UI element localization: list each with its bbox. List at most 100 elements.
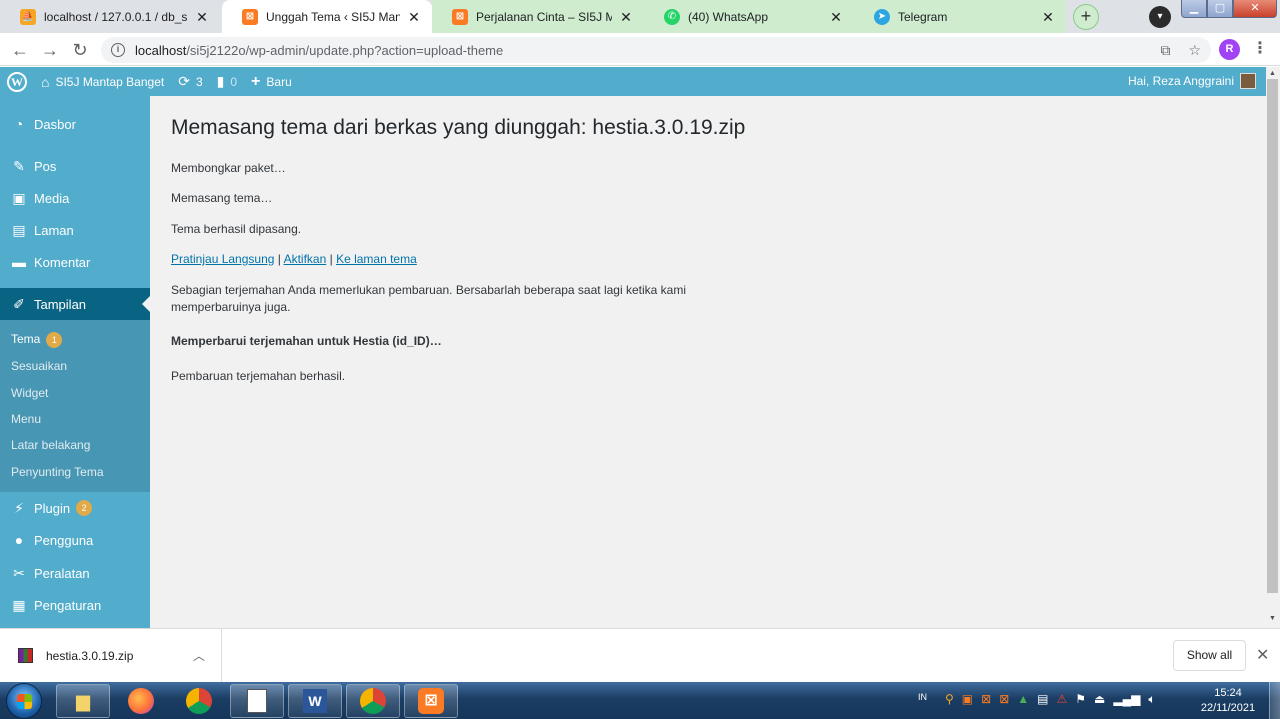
tab-title: Telegram	[898, 9, 948, 24]
browser-menu-icon[interactable]: ⋮	[1252, 38, 1268, 58]
menu-pengguna[interactable]: ● Pengguna	[0, 524, 150, 556]
window-close-button[interactable]: ✕	[1233, 0, 1277, 18]
submenu-menu[interactable]: Menu	[11, 412, 41, 426]
volume-icon[interactable]: 🔈︎	[1148, 692, 1155, 707]
translation-updating: Memperbarui terjemahan untuk Hestia (id_…	[171, 333, 711, 350]
submenu-tema[interactable]: Tema 1	[11, 332, 63, 348]
close-icon[interactable]: ✕	[1040, 9, 1056, 25]
reload-icon[interactable]: ↻	[68, 38, 92, 62]
download-bar: hestia.3.0.19.zip ︿ Show all ✕	[0, 628, 1280, 682]
taskbar-clock[interactable]: 15:24 22/11/2021	[1195, 686, 1261, 716]
file-explorer-icon[interactable]: ▆	[56, 684, 110, 718]
menu-plugin[interactable]: ⚡ Plugin 2	[0, 492, 150, 524]
start-button[interactable]	[6, 683, 42, 719]
menu-pengaturan[interactable]: ▦ Pengaturan	[0, 589, 150, 621]
media-icon: ▣	[12, 189, 26, 206]
wordpress-logo-icon[interactable]: W	[7, 71, 27, 92]
menu-media[interactable]: ▣ Media	[0, 182, 150, 214]
my-account-link[interactable]: Hai, Reza Anggraini	[1128, 73, 1256, 89]
system-tray: ⚲ ▣ ⊠ ⊠ ▲ ▤ ⚠ ⚑ ⏏ ▂▄▆ 🔈︎	[945, 692, 1156, 707]
tab-phpmyadmin[interactable]: ⛵ localhost / 127.0.0.1 / db_si5j2 ✕	[0, 0, 220, 33]
minimize-button[interactable]: ▁	[1181, 0, 1207, 18]
clock-time: 15:24	[1214, 687, 1242, 699]
main-content: Memasang tema dari berkas yang diunggah:…	[150, 96, 1266, 628]
tab-telegram[interactable]: ➤ Telegram ✕	[854, 0, 1066, 33]
search-icon[interactable]: ⚲	[945, 692, 954, 707]
page-title: Memasang tema dari berkas yang diunggah:…	[171, 116, 746, 139]
menu-label: Media	[34, 190, 70, 206]
tab-perjalanan-cinta[interactable]: ⊠ Perjalanan Cinta – SI5J Mantap ✕	[432, 0, 644, 33]
warning-icon[interactable]: ⚠	[1057, 692, 1068, 707]
forward-arrow-icon[interactable]: →	[38, 38, 62, 62]
comments-count: 0	[230, 74, 238, 89]
site-info-icon[interactable]: i	[111, 43, 125, 57]
usb-icon[interactable]: ⏏	[1094, 692, 1105, 707]
language-indicator[interactable]: IN	[918, 692, 927, 702]
close-icon[interactable]: ✕	[194, 9, 210, 25]
submenu-latar-belakang[interactable]: Latar belakang	[11, 438, 90, 452]
tab-title: localhost / 127.0.0.1 / db_si5j2	[44, 9, 188, 24]
menu-peralatan[interactable]: ✂ Peralatan	[0, 557, 150, 589]
scrollbar-thumb[interactable]	[1267, 79, 1278, 593]
translate-icon[interactable]: ⧉	[1160, 42, 1170, 59]
firefox-icon[interactable]	[114, 684, 168, 718]
tray-app-icon[interactable]: ▣	[962, 692, 973, 707]
submenu-penyunting-tema[interactable]: Penyunting Tema	[11, 465, 104, 479]
live-preview-link[interactable]: Pratinjau Langsung	[171, 252, 274, 266]
page-scrollbar[interactable]: ▲ ▼	[1266, 67, 1280, 628]
network-signal-icon[interactable]: ▂▄▆	[1113, 692, 1140, 707]
monitor-icon[interactable]: ▤	[1037, 692, 1048, 707]
xampp-icon[interactable]: ⊠	[404, 684, 458, 718]
show-all-button[interactable]: Show all	[1173, 640, 1246, 671]
separator: |	[277, 252, 281, 266]
scroll-up-icon[interactable]: ▲	[1269, 70, 1276, 77]
bookmark-star-icon[interactable]: ☆	[1188, 42, 1201, 59]
chrome-profile-icon[interactable]	[346, 684, 400, 718]
show-desktop-button[interactable]	[1269, 682, 1280, 719]
submenu-sesuaikan[interactable]: Sesuaikan	[11, 359, 67, 373]
tab-unggah-tema[interactable]: ⊠ Unggah Tema ‹ SI5J Mantap Ba ✕	[222, 0, 432, 33]
address-bar[interactable]: i localhost/si5j2122o/wp-admin/update.ph…	[101, 37, 1211, 63]
menu-tampilan[interactable]: ✐ Tampilan	[0, 288, 150, 320]
action-center-flag-icon[interactable]: ⚑	[1075, 692, 1086, 707]
submenu-widget[interactable]: Widget	[11, 386, 48, 400]
themes-page-link[interactable]: Ke laman tema	[336, 252, 417, 266]
chevron-up-icon[interactable]: ︿	[193, 647, 205, 664]
menu-dasbor[interactable]: ◔ Dasbor	[0, 108, 150, 140]
site-name-link[interactable]: ⌂ SI5J Mantap Banget	[41, 74, 164, 90]
updates-link[interactable]: ⟳ 3	[178, 73, 202, 90]
menu-laman[interactable]: ▤ Laman	[0, 214, 150, 246]
submenu-label: Widget	[11, 386, 49, 400]
browser-tab-strip: ⛵ localhost / 127.0.0.1 / db_si5j2 ✕ ⊠ U…	[0, 0, 1280, 33]
chrome-icon[interactable]	[172, 684, 226, 718]
drive-icon[interactable]: ▲	[1017, 692, 1029, 707]
maximize-button[interactable]: ▢	[1207, 0, 1233, 18]
tab-search-icon[interactable]: ▾	[1149, 6, 1171, 28]
new-content-link[interactable]: + Baru	[251, 73, 292, 91]
close-icon[interactable]: ✕	[406, 9, 422, 25]
close-icon[interactable]: ✕	[618, 9, 634, 25]
xampp-tray-icon[interactable]: ⊠	[999, 692, 1009, 707]
scroll-down-icon[interactable]: ▼	[1269, 615, 1276, 622]
menu-pos[interactable]: ✎ Pos	[0, 150, 150, 182]
wp-admin-bar: W ⌂ SI5J Mantap Banget ⟳ 3 ▮ 0 + Baru Ha…	[0, 67, 1266, 96]
tab-whatsapp[interactable]: ✆ (40) WhatsApp ✕	[644, 0, 854, 33]
menu-komentar[interactable]: ▬ Komentar	[0, 246, 150, 278]
url-host: localhost	[135, 42, 187, 58]
new-tab-button[interactable]: +	[1073, 4, 1099, 30]
close-icon[interactable]: ✕	[828, 9, 844, 25]
xampp-tray-icon[interactable]: ⊠	[981, 692, 991, 707]
activate-link[interactable]: Aktifkan	[284, 252, 327, 266]
close-download-bar-icon[interactable]: ✕	[1256, 645, 1269, 665]
comments-link[interactable]: ▮ 0	[217, 73, 237, 90]
archive-file-icon	[18, 648, 33, 663]
document-viewer-icon[interactable]	[230, 684, 284, 718]
comment-icon: ▬	[12, 254, 26, 270]
browser-toolbar: ← → ↻ i localhost/si5j2122o/wp-admin/upd…	[0, 33, 1280, 66]
download-item[interactable]: hestia.3.0.19.zip ︿	[0, 629, 222, 682]
word-icon[interactable]: W	[288, 684, 342, 718]
menu-label: Pos	[34, 158, 57, 174]
translation-updating-text: Memperbarui terjemahan untuk Hestia (id_…	[171, 334, 442, 348]
back-arrow-icon[interactable]: ←	[8, 38, 32, 62]
profile-avatar[interactable]: R	[1219, 39, 1240, 60]
